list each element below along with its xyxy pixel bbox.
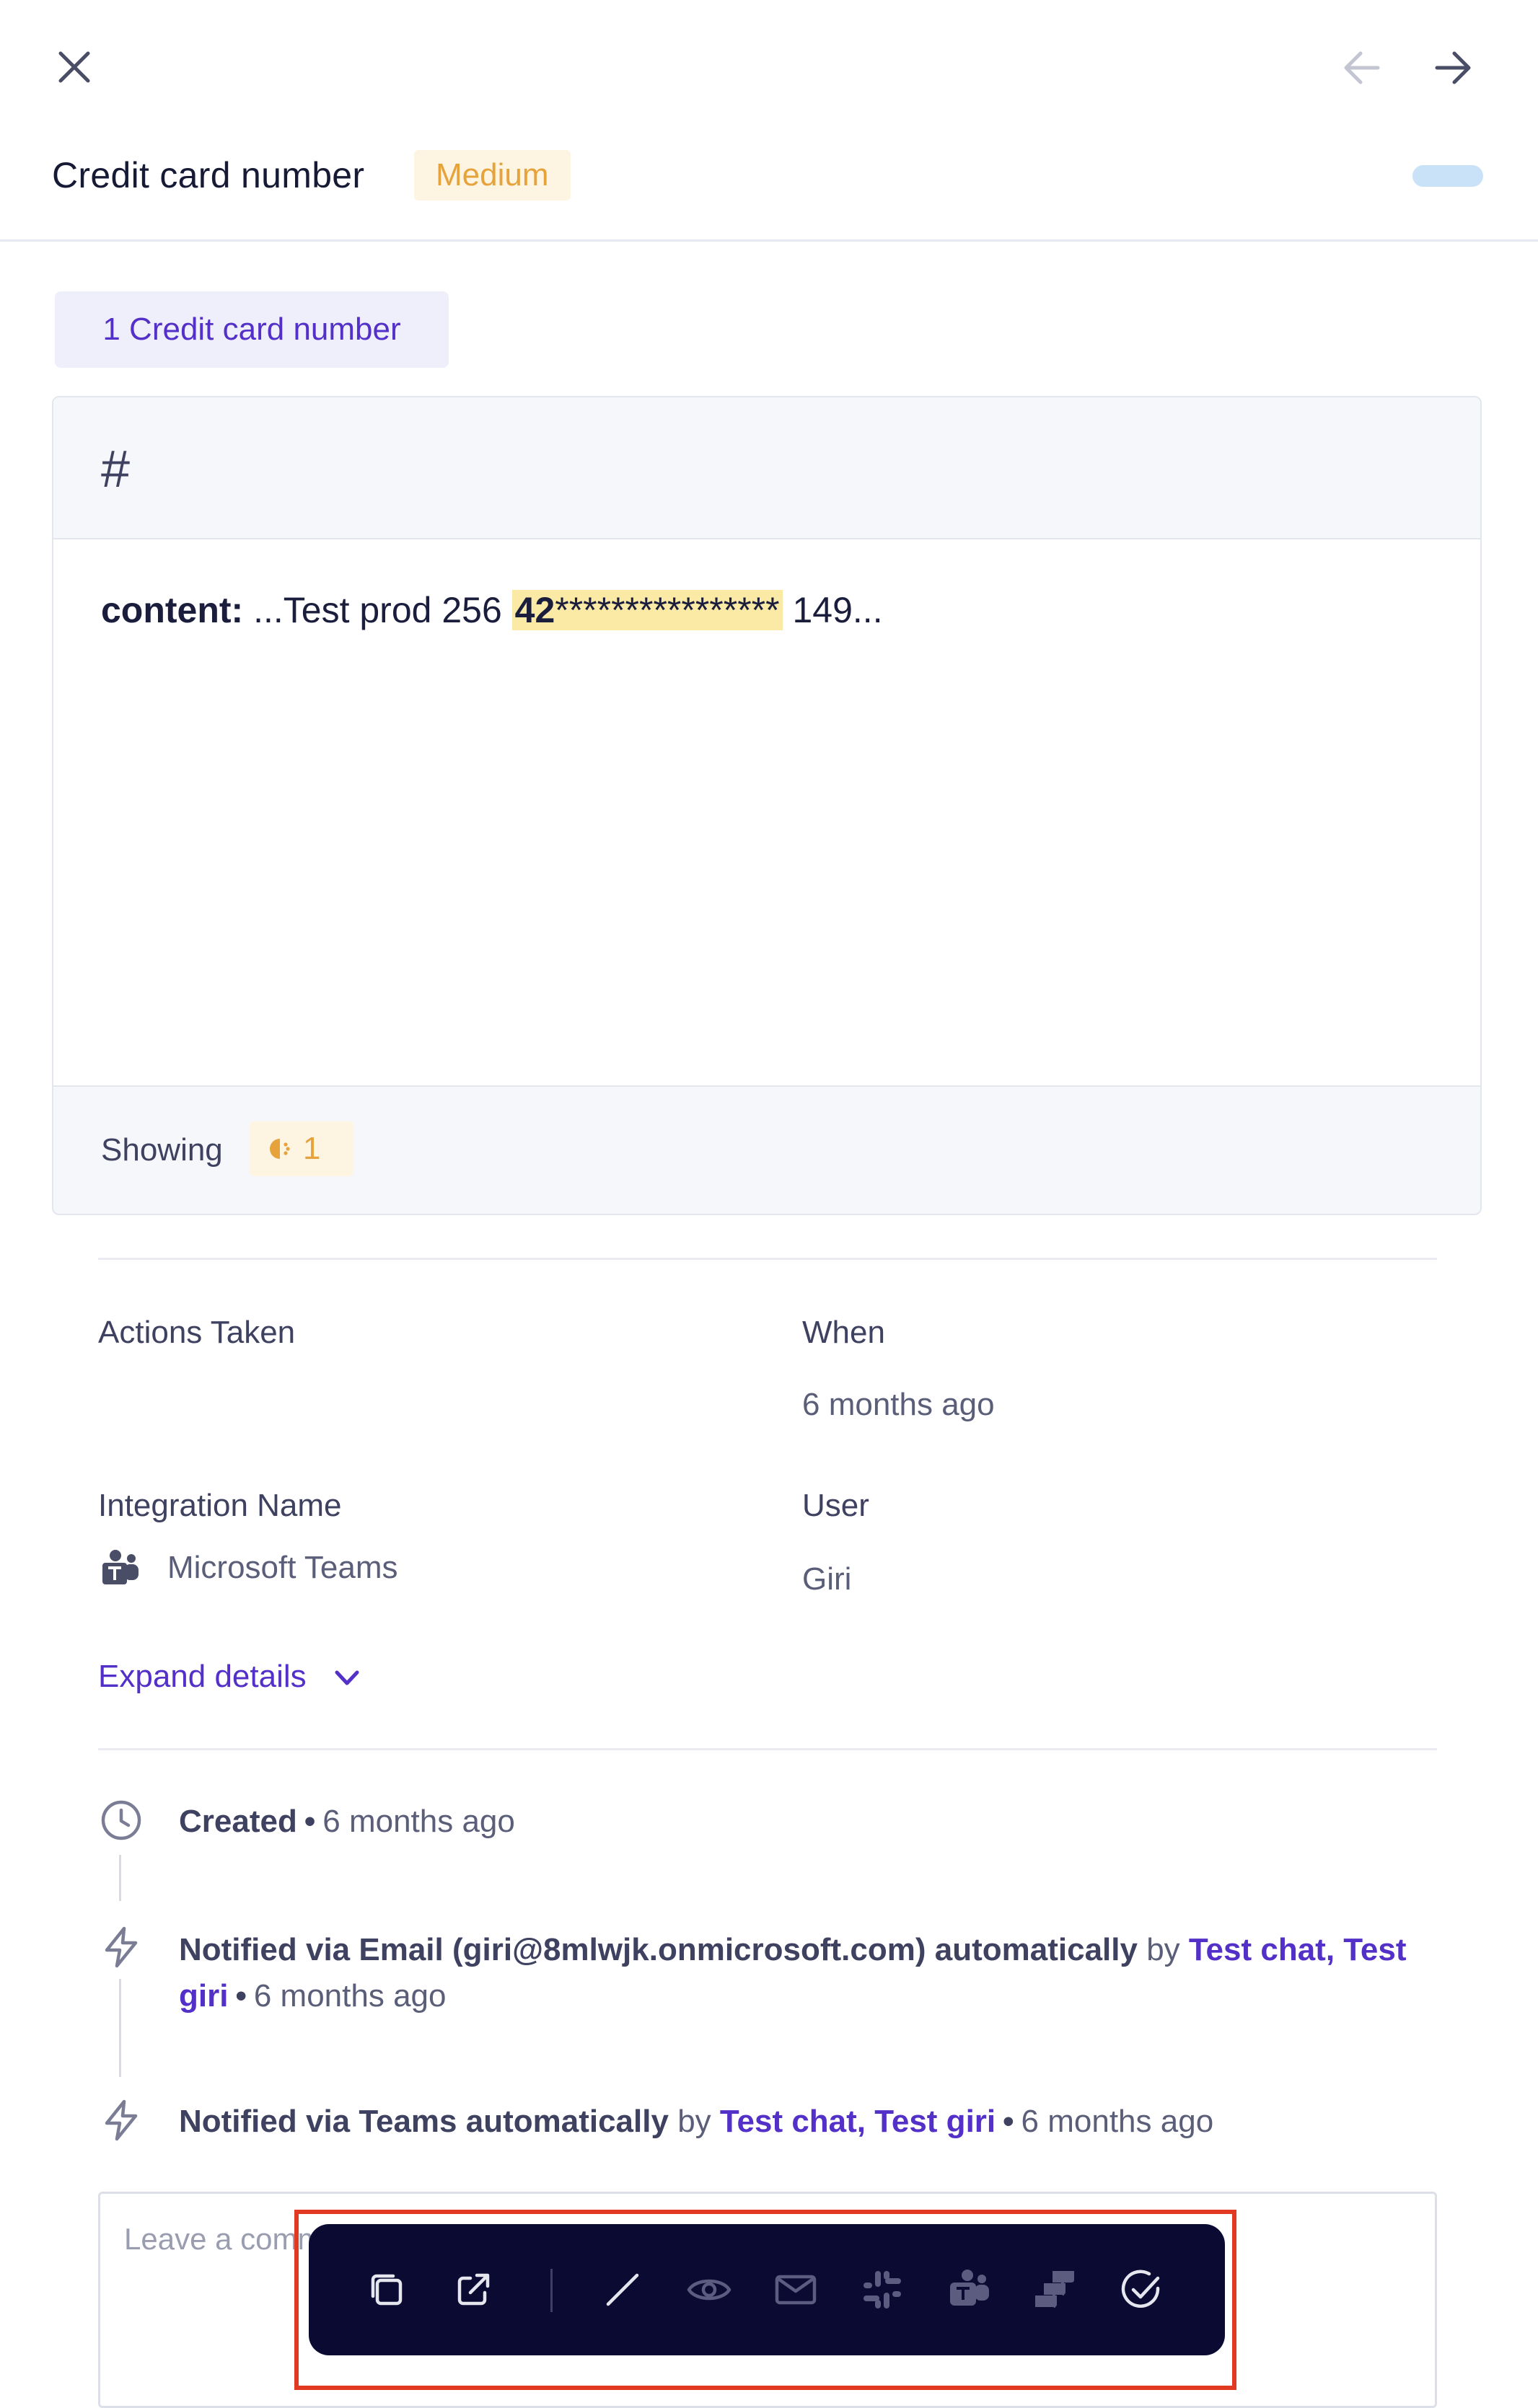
- content-suffix: 149...: [782, 590, 883, 630]
- integration-name-label: Integration Name: [98, 1488, 342, 1523]
- card-header: #: [53, 397, 1480, 539]
- external-link-icon: [457, 2273, 490, 2306]
- event-text: Notified via Email (giri@8mlwjk.onmicros…: [179, 1932, 1138, 1967]
- action-toolbar: [309, 2224, 1225, 2355]
- event-by: by: [677, 2104, 711, 2139]
- lightning-icon: [100, 1926, 143, 1969]
- view-button[interactable]: [680, 2261, 738, 2319]
- jira-button[interactable]: [1027, 2261, 1084, 2319]
- arrow-right-icon: [1435, 51, 1471, 84]
- timeline-item-email: Notified via Email (giri@8mlwjk.onmicros…: [179, 1932, 1407, 2014]
- when-value: 6 months ago: [802, 1387, 995, 1422]
- when-label: When: [802, 1315, 885, 1350]
- showing-count-badge[interactable]: 1: [250, 1121, 353, 1176]
- eye-icon: [687, 2279, 731, 2301]
- timeline-connector: [119, 1855, 121, 1901]
- content-prefix: ...Test prod 256: [243, 590, 512, 630]
- slack-button[interactable]: [853, 2261, 911, 2319]
- jira-icon: [1035, 2271, 1074, 2308]
- slash-icon: [606, 2273, 639, 2306]
- copy-button[interactable]: [358, 2261, 416, 2319]
- next-button[interactable]: [1430, 45, 1476, 91]
- match-masked-digits: ****************: [555, 590, 780, 630]
- teams-button[interactable]: [940, 2261, 998, 2319]
- lightning-icon: [100, 2099, 143, 2142]
- severity-badge: Medium: [414, 150, 571, 200]
- content-label: content:: [101, 590, 244, 630]
- previous-button[interactable]: [1339, 45, 1385, 91]
- event-time: 6 months ago: [322, 1804, 515, 1839]
- status-toggle[interactable]: [1412, 165, 1483, 187]
- severity-dot-icon: [268, 1137, 291, 1160]
- actions-taken-label: Actions Taken: [98, 1315, 296, 1350]
- ignore-button[interactable]: [594, 2261, 651, 2319]
- match-type-tag[interactable]: 1 Credit card number: [55, 291, 449, 368]
- toolbar-separator: [550, 2269, 553, 2312]
- event-time: 6 months ago: [253, 1978, 447, 2014]
- event-text: Notified via Teams automatically: [179, 2104, 669, 2139]
- user-value: Giri: [802, 1561, 852, 1597]
- timeline-item-teams: Notified via Teams automatically by Test…: [179, 2104, 1214, 2139]
- resolve-button[interactable]: [1113, 2261, 1171, 2319]
- teams-icon: [950, 2270, 989, 2306]
- close-icon: [58, 51, 90, 83]
- chevron-down-icon: [333, 1664, 361, 1693]
- showing-label: Showing: [101, 1132, 223, 1168]
- card-footer: Showing 1: [53, 1085, 1480, 1214]
- event-actors-link[interactable]: Test chat, Test giri: [720, 2104, 996, 2139]
- email-button[interactable]: [767, 2261, 825, 2319]
- event-time: 6 months ago: [1021, 2104, 1214, 2139]
- hash-icon: #: [101, 441, 131, 498]
- close-button[interactable]: [53, 46, 95, 88]
- timeline-connector: [119, 1979, 121, 2077]
- event-text: Created: [179, 1804, 297, 1839]
- match-content-card: # content: ...Test prod 256 42**********…: [52, 396, 1482, 1215]
- expand-details-label: Expand details: [98, 1659, 307, 1694]
- arrow-left-icon: [1344, 51, 1380, 84]
- details-divider-top: [98, 1258, 1437, 1260]
- page-title: Credit card number: [52, 155, 365, 195]
- check-circle-icon: [1121, 2270, 1160, 2308]
- match-bold-digits: 42: [514, 590, 555, 630]
- showing-count: 1: [303, 1131, 321, 1166]
- mail-icon: [775, 2275, 817, 2305]
- content-snippet: content: ...Test prod 256 42************…: [101, 586, 883, 634]
- clock-icon: [100, 1799, 143, 1842]
- copy-icon: [371, 2274, 403, 2306]
- timeline-item-created: Created • 6 months ago: [179, 1804, 515, 1839]
- event-by: by: [1146, 1932, 1180, 1967]
- slack-icon: [864, 2271, 901, 2308]
- microsoft-teams-icon: [98, 1545, 144, 1592]
- header-divider: [0, 239, 1538, 242]
- open-external-button[interactable]: [444, 2261, 502, 2319]
- details-divider-bottom: [98, 1748, 1437, 1750]
- integration-name-value: Microsoft Teams: [167, 1550, 398, 1585]
- user-label: User: [802, 1488, 869, 1523]
- match-highlight: 42****************: [511, 590, 783, 630]
- expand-details-button[interactable]: Expand details: [98, 1655, 361, 1698]
